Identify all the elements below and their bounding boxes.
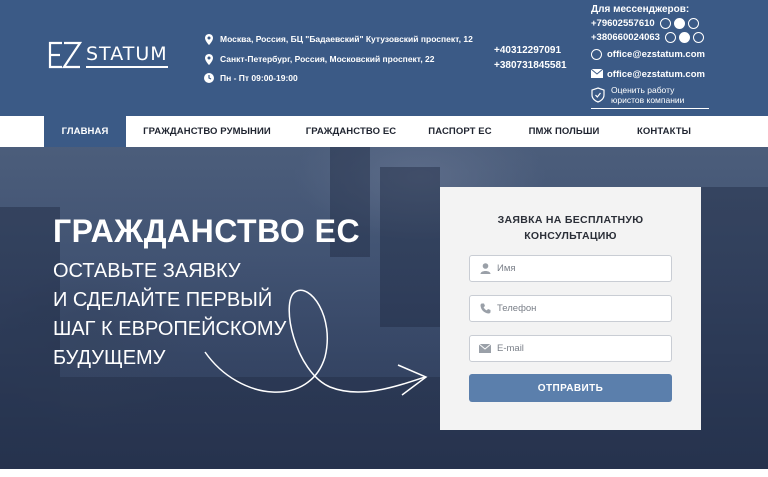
email-field[interactable] (469, 335, 672, 362)
skype-email[interactable]: office@ezstatum.com (607, 49, 705, 60)
site-header: STATUM Москва, Россия, БЦ "Бадаевский" К… (0, 0, 768, 116)
nav-item-poland-residence[interactable]: ПМЖ ПОЛЬШИ (518, 116, 610, 147)
messenger-phone[interactable]: +380660024063 (591, 32, 660, 43)
rate-text: Оценить работу юристов компании (611, 85, 685, 105)
form-title: ЗАЯВКА НА БЕСПЛАТНУЮ КОНСУЛЬТАЦИЮ (440, 212, 701, 244)
phone-field[interactable] (469, 295, 672, 322)
background-building (0, 207, 60, 469)
nav-item-home[interactable]: ГЛАВНАЯ (44, 116, 126, 147)
name-input[interactable] (497, 263, 657, 274)
location-pin-icon (204, 53, 214, 65)
working-hours: Пн - Пт 09:00-19:00 (204, 72, 298, 84)
location-pin-icon (204, 33, 214, 45)
messengers-title: Для мессенджеров: (591, 4, 690, 15)
form-title-line: ЗАЯВКА НА БЕСПЛАТНУЮ (497, 214, 644, 226)
hero-title: ГРАЖДАНСТВО ЕС (53, 213, 361, 249)
email-input[interactable] (497, 343, 657, 354)
ez-logo-icon (48, 41, 82, 69)
email-row: office@ezstatum.com (591, 67, 711, 81)
email-link[interactable]: office@ezstatum.com (607, 69, 705, 80)
messenger-contacts: Для мессенджеров: +79602557610 +38066002… (591, 4, 711, 109)
phone-list: +40312297091 +380731845581 (494, 43, 567, 73)
consultation-form: ЗАЯВКА НА БЕСПЛАТНУЮ КОНСУЛЬТАЦИЮ ОТПРАВ… (440, 187, 701, 430)
hours-text: Пн - Пт 09:00-19:00 (220, 73, 298, 83)
messenger-row: +79602557610 (591, 16, 711, 30)
messenger-phone[interactable]: +79602557610 (591, 18, 655, 29)
nav-item-eu-passport[interactable]: ПАСПОРТ ЕС (420, 116, 500, 147)
skype-row: office@ezstatum.com (591, 47, 711, 61)
envelope-icon (479, 343, 491, 355)
decorative-arrow-icon (204, 289, 428, 396)
logo-text: STATUM (86, 43, 168, 68)
page-bottom (0, 469, 768, 477)
logo[interactable]: STATUM (48, 38, 168, 72)
telegram-icon[interactable] (673, 17, 685, 29)
nav-item-eu-citizenship[interactable]: ГРАЖДАНСТВО ЕС (298, 116, 404, 147)
form-title-line: КОНСУЛЬТАЦИЮ (524, 230, 617, 242)
user-icon (479, 263, 491, 275)
skype-icon (591, 48, 602, 60)
clock-icon (204, 72, 214, 84)
viber-icon[interactable] (664, 31, 676, 43)
messenger-row: +380660024063 (591, 30, 711, 44)
phone-link[interactable]: +380731845581 (494, 58, 567, 73)
viber-icon[interactable] (659, 17, 671, 29)
whatsapp-icon[interactable] (692, 31, 704, 43)
nav-item-romania-citizenship[interactable]: ГРАЖДАНСТВО РУМЫНИИ (136, 116, 278, 147)
submit-button[interactable]: ОТПРАВИТЬ (469, 374, 672, 402)
phone-input[interactable] (497, 303, 657, 314)
background-building (700, 187, 768, 469)
whatsapp-icon[interactable] (687, 17, 699, 29)
nav-item-contacts[interactable]: КОНТАКТЫ (626, 116, 702, 147)
address-text: Санкт-Петербург, Россия, Московский прос… (220, 54, 435, 64)
shield-check-icon (591, 87, 605, 103)
main-nav: ГЛАВНАЯ ГРАЖДАНСТВО РУМЫНИИ ГРАЖДАНСТВО … (0, 116, 768, 147)
rate-lawyers-link[interactable]: Оценить работу юристов компании (591, 85, 709, 109)
address-text: Москва, Россия, БЦ "Бадаевский" Кутузовс… (220, 34, 473, 44)
phone-link[interactable]: +40312297091 (494, 43, 567, 58)
name-field[interactable] (469, 255, 672, 282)
phone-icon (479, 303, 491, 315)
telegram-icon[interactable] (678, 31, 690, 43)
address-spb: Санкт-Петербург, Россия, Московский прос… (204, 53, 435, 65)
envelope-icon (591, 69, 603, 79)
address-moscow: Москва, Россия, БЦ "Бадаевский" Кутузовс… (204, 33, 473, 45)
